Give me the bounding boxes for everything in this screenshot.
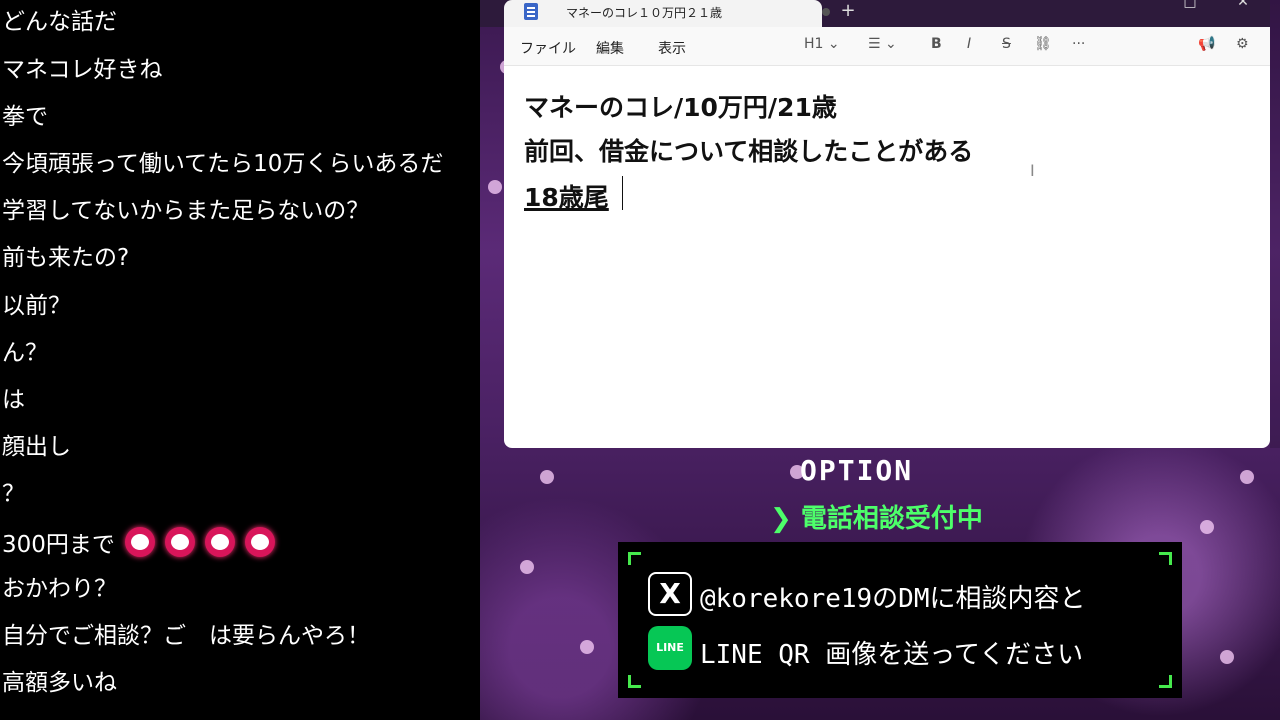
chat-message: 高額多いね <box>2 670 117 696</box>
x-logo-icon: X <box>648 572 692 616</box>
menu-view[interactable]: 表示 <box>658 38 686 58</box>
panel-text-line1: @korekore19のDMに相談内容と <box>700 584 1086 614</box>
menu-edit[interactable]: 編集 <box>596 38 624 58</box>
contact-panel: X @korekore19のDMに相談内容と LINE LINE QR 画像を送… <box>618 542 1182 698</box>
petal-decoration <box>1200 520 1214 534</box>
corner-bracket <box>1159 552 1172 565</box>
heart-sticker-icon <box>164 527 195 557</box>
tab-title: マネーのコレ１０万円２１歳 <box>566 6 723 20</box>
petal-decoration <box>540 470 554 484</box>
chat-panel: どんな話だ マネコレ好きね 拳で 今頃頑張って働いてたら10万くらいあるだ 学習… <box>0 0 480 720</box>
notepad-window: マネーのコレ１０万円２１歳 + □ ✕ ファイル 編集 表示 H1 ⌄ ☰ ⌄ … <box>480 0 1270 448</box>
chat-message: おかわり？ <box>2 576 117 602</box>
document-editor[interactable]: マネーのコレ/10万円/21歳 前回、借金について相談したことがある 18歳尾 … <box>504 66 1270 448</box>
chat-message: 顔出し <box>2 434 71 460</box>
chat-message: 以前？ <box>2 293 71 319</box>
link-icon[interactable]: ⛓ <box>1034 36 1052 52</box>
scrollbar[interactable] <box>1270 0 1280 448</box>
menu-bar: ファイル 編集 表示 H1 ⌄ ☰ ⌄ B I S ⛓ ··· 📢 ⚙ <box>504 27 1270 66</box>
megaphone-icon[interactable]: 📢 <box>1198 36 1215 52</box>
strikethrough-button[interactable]: S <box>1002 36 1011 52</box>
chevron-down-icon: ⌄ <box>827 36 840 52</box>
list-dropdown[interactable]: ☰ ⌄ <box>868 36 897 52</box>
corner-bracket <box>628 552 641 565</box>
new-tab-button[interactable]: + <box>836 0 860 24</box>
chat-message: 拳で <box>2 104 48 130</box>
maximize-button[interactable]: □ <box>1180 0 1200 10</box>
heart-sticker-icon <box>204 527 235 557</box>
chat-message: は <box>2 387 25 413</box>
text-caret <box>622 176 623 210</box>
tab-strip: マネーのコレ１０万円２１歳 + □ ✕ <box>480 0 1270 27</box>
petal-decoration <box>520 560 534 574</box>
close-button[interactable]: ✕ <box>1233 0 1253 10</box>
heart-sticker-icon <box>124 527 155 557</box>
notepad-icon <box>524 3 538 20</box>
chevron-down-icon: ⌄ <box>885 36 897 52</box>
chat-message: 学習してないからまた足らないの？ <box>2 198 370 224</box>
petal-decoration <box>1240 470 1254 484</box>
line-logo-icon: LINE <box>648 626 692 670</box>
heading-dropdown[interactable]: H1 ⌄ <box>804 36 840 52</box>
phone-consultation-label: ❯ 電話相談受付中 <box>770 504 983 534</box>
heart-sticker-icon <box>244 527 275 557</box>
chat-message: どんな話だ <box>2 9 117 35</box>
list-icon: ☰ <box>868 36 881 52</box>
chat-message: ？ <box>2 481 25 507</box>
chat-message: ん？ <box>2 340 48 366</box>
heading-label: H1 <box>804 36 824 52</box>
doc-line: 前回、借金について相談したことがある <box>524 137 974 166</box>
bold-button[interactable]: B <box>931 36 942 52</box>
ibeam-cursor-icon: I <box>1030 161 1035 180</box>
chat-message: 今頃頑張って働いてたら10万くらいあるだ <box>2 151 444 177</box>
panel-text-line2: LINE QR 画像を送ってください <box>700 640 1084 670</box>
tab-document[interactable]: マネーのコレ１０万円２１歳 <box>504 0 830 27</box>
chat-message: 前も来たの? <box>2 245 130 271</box>
option-title: OPTION <box>800 454 914 487</box>
menu-file[interactable]: ファイル <box>520 38 576 58</box>
chat-message-with-emoji: 300円まで <box>2 527 275 560</box>
gear-icon[interactable]: ⚙ <box>1236 36 1249 52</box>
chat-message-text: 300円まで <box>2 532 115 558</box>
unsaved-dot-icon[interactable] <box>822 8 830 16</box>
doc-line: 18歳尾 <box>524 183 609 212</box>
chat-message: マネコレ好きね <box>2 57 163 83</box>
corner-bracket <box>628 675 641 688</box>
doc-line-title: マネーのコレ/10万円/21歳 <box>524 93 837 122</box>
italic-button[interactable]: I <box>967 36 971 52</box>
chat-message: 自分でご相談？ご は要らんやろ！ <box>2 623 370 649</box>
corner-bracket <box>1159 675 1172 688</box>
petal-decoration <box>1220 650 1234 664</box>
more-button[interactable]: ··· <box>1072 36 1085 52</box>
petal-decoration <box>580 640 594 654</box>
